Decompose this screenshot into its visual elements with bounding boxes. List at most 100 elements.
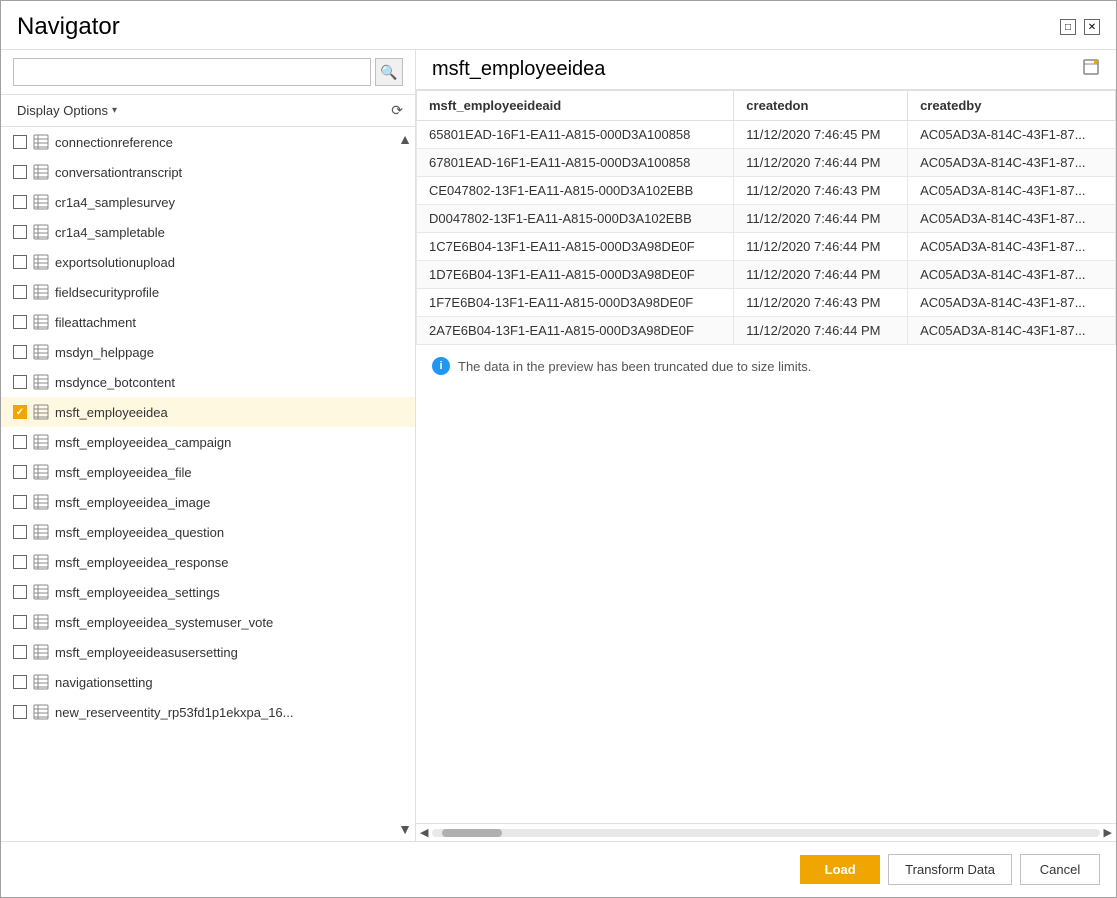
list-item-checkbox[interactable] <box>13 465 27 479</box>
list-item-name: new_reserveentity_rp53fd1p1ekxpa_16... <box>55 705 294 720</box>
table-row: 1F7E6B04-13F1-EA11-A815-000D3A98DE0F11/1… <box>417 289 1116 317</box>
list-item-name: msft_employeeidea_systemuser_vote <box>55 615 273 630</box>
table-icon <box>33 704 49 720</box>
table-icon <box>33 284 49 300</box>
table-icon <box>33 494 49 510</box>
h-scrollbar-thumb[interactable] <box>442 829 502 837</box>
list-item-checkbox[interactable] <box>13 555 27 569</box>
list-item-name: cr1a4_sampletable <box>55 225 165 240</box>
list-item-checkbox[interactable] <box>13 615 27 629</box>
list-item-checkbox[interactable] <box>13 195 27 209</box>
search-icon: 🔍 <box>380 64 397 81</box>
table-icon <box>33 344 49 360</box>
list-item-checkbox[interactable] <box>13 285 27 299</box>
list-item[interactable]: fieldsecurityprofile <box>1 277 415 307</box>
table-list: connectionreference conversationtranscri… <box>1 127 415 841</box>
list-item-checkbox[interactable] <box>13 435 27 449</box>
list-item-checkbox[interactable] <box>13 315 27 329</box>
table-icon <box>33 554 49 570</box>
list-item-checkbox[interactable] <box>13 345 27 359</box>
display-options-bar: Display Options ▾ ⟳ <box>1 95 415 127</box>
list-item[interactable]: conversationtranscript <box>1 157 415 187</box>
list-item[interactable]: msdyn_helppage <box>1 337 415 367</box>
table-cell-msft_employeeideaid: 65801EAD-16F1-EA11-A815-000D3A100858 <box>417 121 734 149</box>
list-item-checkbox[interactable] <box>13 495 27 509</box>
transform-data-button[interactable]: Transform Data <box>888 854 1012 885</box>
table-icon <box>33 524 49 540</box>
list-item-checkbox[interactable] <box>13 135 27 149</box>
table-icon <box>33 314 49 330</box>
table-cell-createdby: AC05AD3A-814C-43F1-87... <box>908 177 1116 205</box>
list-item[interactable]: msft_employeeidea_image <box>1 487 415 517</box>
table-cell-msft_employeeideaid: CE047802-13F1-EA11-A815-000D3A102EBB <box>417 177 734 205</box>
truncated-notice: i The data in the preview has been trunc… <box>416 345 1116 387</box>
list-item[interactable]: fileattachment <box>1 307 415 337</box>
list-item[interactable]: msft_employeeidea <box>1 397 415 427</box>
restore-button[interactable]: □ <box>1060 19 1076 35</box>
table-icon <box>33 674 49 690</box>
h-scroll-right-arrow[interactable]: ▶ <box>1104 826 1112 839</box>
list-item[interactable]: msft_employeeidea_response <box>1 547 415 577</box>
list-item-name: msft_employeeidea_image <box>55 495 210 510</box>
table-cell-createdon: 11/12/2020 7:46:44 PM <box>734 233 908 261</box>
table-row: CE047802-13F1-EA11-A815-000D3A102EBB11/1… <box>417 177 1116 205</box>
list-item-checkbox[interactable] <box>13 645 27 659</box>
list-item[interactable]: cr1a4_samplesurvey <box>1 187 415 217</box>
list-item-checkbox[interactable] <box>13 705 27 719</box>
list-item-checkbox[interactable] <box>13 405 27 419</box>
scroll-down-button[interactable]: ▼ <box>398 821 412 837</box>
search-bar: 🔍 <box>1 50 415 95</box>
preview-refresh-icon[interactable] <box>1082 58 1100 81</box>
table-cell-msft_employeeideaid: D0047802-13F1-EA11-A815-000D3A102EBB <box>417 205 734 233</box>
list-item[interactable]: msft_employeeidea_file <box>1 457 415 487</box>
list-item-checkbox[interactable] <box>13 675 27 689</box>
list-item-name: connectionreference <box>55 135 173 150</box>
title-bar: Navigator □ ✕ <box>1 1 1116 49</box>
list-item-name: msft_employeeidea <box>55 405 168 420</box>
scroll-up-button[interactable]: ▲ <box>398 131 412 147</box>
list-item-checkbox[interactable] <box>13 585 27 599</box>
refresh-icon[interactable]: ⟳ <box>391 102 403 119</box>
list-item-name: navigationsetting <box>55 675 153 690</box>
list-item-checkbox[interactable] <box>13 165 27 179</box>
h-scrollbar-track <box>432 829 1099 837</box>
list-item[interactable]: msft_employeeidea_question <box>1 517 415 547</box>
close-button[interactable]: ✕ <box>1084 19 1100 35</box>
list-item-checkbox[interactable] <box>13 525 27 539</box>
table-icon <box>33 614 49 630</box>
list-item[interactable]: navigationsetting <box>1 667 415 697</box>
load-button[interactable]: Load <box>800 855 880 884</box>
list-item[interactable]: connectionreference <box>1 127 415 157</box>
list-item-checkbox[interactable] <box>13 255 27 269</box>
list-item-checkbox[interactable] <box>13 375 27 389</box>
list-item[interactable]: msft_employeeidea_campaign <box>1 427 415 457</box>
list-item[interactable]: msft_employeeidea_systemuser_vote <box>1 607 415 637</box>
table-icon <box>33 644 49 660</box>
dialog-title: Navigator <box>17 13 120 41</box>
table-header-msft_employeeideaid: msft_employeeideaid <box>417 91 734 121</box>
table-row: 1C7E6B04-13F1-EA11-A815-000D3A98DE0F11/1… <box>417 233 1116 261</box>
left-panel: 🔍 Display Options ▾ ⟳ ▲ ▼ <box>1 50 416 841</box>
table-cell-msft_employeeideaid: 1D7E6B04-13F1-EA11-A815-000D3A98DE0F <box>417 261 734 289</box>
list-item[interactable]: exportsolutionupload <box>1 247 415 277</box>
h-scroll-left-arrow[interactable]: ◀ <box>420 826 428 839</box>
list-item[interactable]: msft_employeeidea_settings <box>1 577 415 607</box>
search-input[interactable] <box>13 58 371 86</box>
table-icon <box>33 254 49 270</box>
table-icon <box>33 584 49 600</box>
display-options-button[interactable]: Display Options ▾ <box>13 101 121 120</box>
search-button[interactable]: 🔍 <box>375 58 403 86</box>
list-item[interactable]: msdynce_botcontent <box>1 367 415 397</box>
cancel-button[interactable]: Cancel <box>1020 854 1100 885</box>
list-item-checkbox[interactable] <box>13 225 27 239</box>
list-item[interactable]: msft_employeeideasusersetting <box>1 637 415 667</box>
table-icon <box>33 194 49 210</box>
list-item-name: fileattachment <box>55 315 136 330</box>
info-icon: i <box>432 357 450 375</box>
table-cell-msft_employeeideaid: 1F7E6B04-13F1-EA11-A815-000D3A98DE0F <box>417 289 734 317</box>
data-table-container: msft_employeeideaidcreatedoncreatedby 65… <box>416 90 1116 823</box>
list-item-name: msft_employeeidea_file <box>55 465 192 480</box>
list-item[interactable]: cr1a4_sampletable <box>1 217 415 247</box>
list-item[interactable]: new_reserveentity_rp53fd1p1ekxpa_16... <box>1 697 415 727</box>
table-cell-msft_employeeideaid: 1C7E6B04-13F1-EA11-A815-000D3A98DE0F <box>417 233 734 261</box>
